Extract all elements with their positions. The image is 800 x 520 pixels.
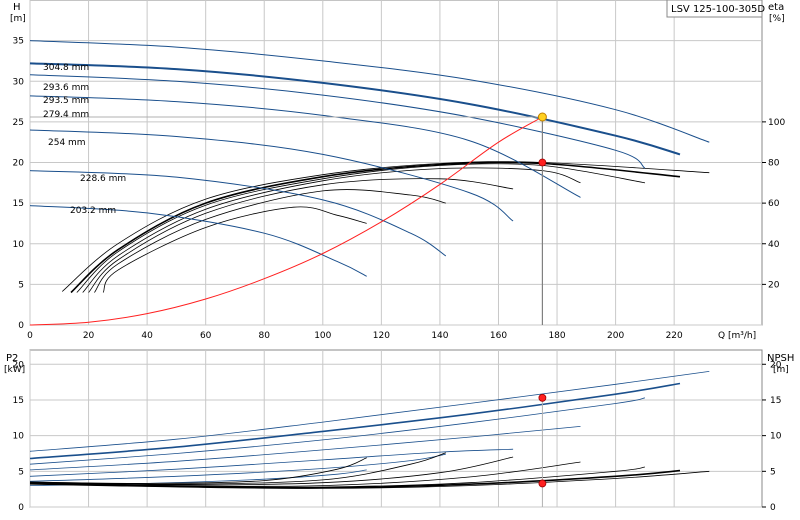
x-tick-label: 180 bbox=[548, 331, 565, 341]
duty-power-marker bbox=[538, 393, 547, 402]
npsh-tick-label: 5 bbox=[770, 467, 776, 477]
curve-label-254: 254 mm bbox=[48, 138, 86, 148]
curve-label-293-5: 293.5 mm bbox=[43, 96, 89, 106]
duty-npsh-marker bbox=[538, 479, 547, 488]
curve-label-228-6: 228.6 mm bbox=[80, 174, 126, 184]
power-tick-label: 10 bbox=[13, 432, 25, 442]
eta-tick-label: 60 bbox=[768, 199, 780, 209]
curve-label-203-2: 203.2 mm bbox=[70, 206, 116, 216]
npsh-axis-title: NPSH bbox=[767, 353, 794, 364]
head-tick-label: 25 bbox=[13, 118, 24, 128]
head-tick-label: 0 bbox=[18, 321, 24, 331]
x-tick-label: 80 bbox=[259, 331, 271, 341]
model-title: LSV 125-100-305D bbox=[671, 4, 765, 15]
x-tick-label: 120 bbox=[373, 331, 390, 341]
duty-efficiency-marker bbox=[538, 158, 547, 167]
head-axis-title: H bbox=[13, 2, 21, 13]
curve-label-304-8: 304.8 mm bbox=[43, 63, 89, 73]
x-tick-label: 60 bbox=[200, 331, 212, 341]
eta-tick-label: 100 bbox=[768, 118, 785, 128]
head-tick-label: 5 bbox=[18, 280, 24, 290]
power-tick-label: 0 bbox=[18, 503, 24, 513]
x-tick-label: 220 bbox=[666, 331, 683, 341]
eta-tick-label: 20 bbox=[768, 280, 780, 290]
x-tick-label: 40 bbox=[141, 331, 153, 341]
power-tick-label: 15 bbox=[13, 396, 24, 406]
head-tick-label: 30 bbox=[13, 77, 25, 87]
x-tick-label: 160 bbox=[490, 331, 507, 341]
npsh-tick-label: 0 bbox=[770, 503, 776, 513]
x-tick-label: 100 bbox=[314, 331, 331, 341]
eta-axis-title: eta bbox=[768, 2, 784, 13]
head-tick-label: 15 bbox=[13, 199, 24, 209]
x-tick-label: 0 bbox=[27, 331, 33, 341]
eta-tick-label: 80 bbox=[768, 159, 780, 169]
head-tick-label: 20 bbox=[13, 159, 25, 169]
pump-curve-chart: 0 20 40 60 80 100 120 140 160 180 200 2200510152025… bbox=[0, 0, 800, 520]
eta-tick-label: 40 bbox=[768, 240, 780, 250]
x-tick-label: 140 bbox=[431, 331, 448, 341]
curve-label-279-4: 279.4 mm bbox=[43, 110, 89, 120]
power-axis-unit: [kW] bbox=[4, 365, 25, 375]
duty-point-marker bbox=[537, 112, 547, 122]
x-tick-label: 20 bbox=[83, 331, 95, 341]
npsh-tick-label: 10 bbox=[770, 432, 782, 442]
power-axis-title: P2 bbox=[6, 353, 18, 364]
npsh-tick-label: 15 bbox=[770, 396, 781, 406]
flow-axis-label: Q [m³/h] bbox=[718, 331, 756, 341]
curve-label-293-6: 293.6 mm bbox=[43, 83, 89, 93]
eta-axis-unit: [%] bbox=[769, 14, 785, 24]
head-axis-unit: [m] bbox=[10, 14, 26, 24]
power-tick-label: 5 bbox=[18, 467, 24, 477]
head-tick-label: 35 bbox=[13, 37, 24, 47]
npsh-axis-unit: [m] bbox=[773, 365, 789, 375]
head-tick-label: 10 bbox=[13, 240, 25, 250]
x-tick-label: 200 bbox=[607, 331, 624, 341]
